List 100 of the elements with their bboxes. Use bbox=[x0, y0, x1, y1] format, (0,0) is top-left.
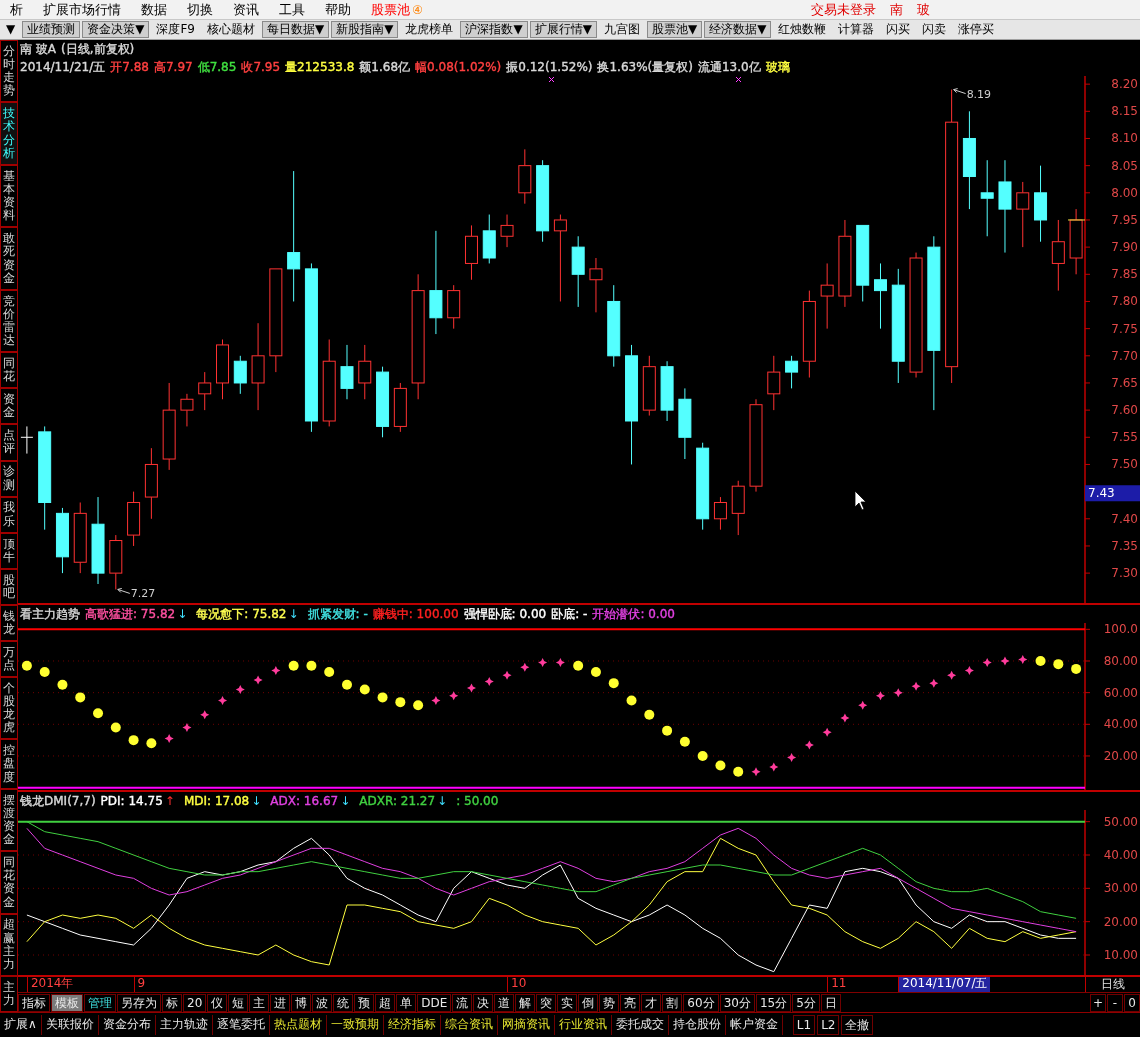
menu-item[interactable]: 切换 bbox=[177, 0, 223, 19]
toolbar-button[interactable]: 闪买 bbox=[881, 21, 916, 38]
function-tab[interactable]: 网摘资讯 bbox=[497, 1015, 555, 1035]
toolbar-button[interactable]: 超 bbox=[375, 993, 396, 1012]
zoom-button[interactable]: - bbox=[1107, 993, 1123, 1012]
function-tab[interactable]: 关联报价 bbox=[41, 1015, 99, 1035]
side-tab[interactable]: 摆渡资金 bbox=[0, 788, 18, 852]
toolbar-button[interactable]: 龙虎榜单 bbox=[400, 21, 459, 38]
function-tab[interactable]: 资金分布 bbox=[98, 1015, 156, 1035]
side-tab[interactable]: 我乐 bbox=[0, 496, 18, 533]
side-tab[interactable]: 顶牛 bbox=[0, 532, 18, 569]
toolbar-button[interactable]: 另存为 bbox=[117, 993, 161, 1012]
menu-item[interactable]: 扩展市场行情 bbox=[33, 0, 131, 19]
function-tab[interactable]: 持仓股份 bbox=[668, 1015, 726, 1035]
dropdown-button[interactable]: 业绩预测 bbox=[22, 21, 81, 38]
menu-item[interactable]: 帮助 bbox=[315, 0, 361, 19]
toolbar-button[interactable]: 仪 bbox=[207, 993, 228, 1012]
toolbar-button[interactable]: 倒 bbox=[578, 993, 599, 1012]
toolbar-button[interactable]: 统 bbox=[333, 993, 354, 1012]
toolbar-button[interactable]: 计算器 bbox=[833, 21, 880, 38]
side-tab[interactable]: 诊测 bbox=[0, 460, 18, 497]
menu-item[interactable]: 工具 bbox=[269, 0, 315, 19]
toolbar-button[interactable]: 主 bbox=[249, 993, 270, 1012]
function-tab[interactable]: 主力轨迹 bbox=[155, 1015, 213, 1035]
toolbar-button[interactable]: 进 bbox=[270, 993, 291, 1012]
menu-item[interactable]: 股票池 ④ bbox=[361, 0, 433, 19]
toolbar-button[interactable]: 日 bbox=[820, 993, 841, 1012]
toolbar-button[interactable]: 短 bbox=[228, 993, 249, 1012]
side-tab[interactable]: 技术分析 bbox=[0, 102, 18, 165]
toolbar-button[interactable]: 才 bbox=[641, 993, 662, 1012]
toolbar-button[interactable]: 九宫图 bbox=[598, 21, 645, 38]
function-tab[interactable]: 一致预期 bbox=[326, 1015, 384, 1035]
zoom-button[interactable]: 0 bbox=[1124, 993, 1140, 1012]
side-tab[interactable]: 敢死资金 bbox=[0, 227, 18, 290]
toolbar-button[interactable]: 单 bbox=[396, 993, 417, 1012]
toolbar-button[interactable]: DDE bbox=[417, 993, 452, 1012]
side-tab[interactable]: 钱龙 bbox=[0, 604, 18, 641]
trade-button[interactable]: 全撤 bbox=[841, 1015, 874, 1035]
function-tab[interactable]: 行业资讯 bbox=[554, 1015, 612, 1035]
toolbar-button[interactable]: 深度F9 bbox=[151, 21, 200, 38]
dropdown-button[interactable]: 沪深指数▼ bbox=[460, 21, 528, 38]
dropdown-button[interactable]: 每日数据▼ bbox=[262, 21, 330, 38]
toolbar-button[interactable]: 割 bbox=[662, 993, 683, 1012]
menu-item[interactable]: 析 bbox=[0, 0, 33, 19]
side-tab[interactable]: 主力 bbox=[0, 976, 18, 1013]
menu-item[interactable]: 数据 bbox=[131, 0, 177, 19]
toolbar-button[interactable]: 亮 bbox=[620, 993, 641, 1012]
toolbar-button[interactable]: 解 bbox=[515, 993, 536, 1012]
side-tab[interactable]: 分时走势 bbox=[0, 40, 18, 103]
toolbar-button[interactable]: 预 bbox=[354, 993, 375, 1012]
toolbar-button[interactable]: 指标 bbox=[18, 993, 50, 1012]
toolbar-button[interactable]: 闪卖 bbox=[917, 21, 952, 38]
dropdown-button[interactable]: 新股指南▼ bbox=[331, 21, 399, 38]
toolbar-button[interactable]: 核心题材 bbox=[202, 21, 260, 38]
side-tab[interactable]: 万点 bbox=[0, 640, 18, 677]
function-tab[interactable]: 逐笔委托 bbox=[212, 1015, 270, 1035]
toolbar-button[interactable]: 20 bbox=[183, 993, 207, 1012]
function-tab[interactable]: 扩展∧ bbox=[0, 1015, 42, 1035]
toolbar-button[interactable]: ▼ bbox=[1, 21, 21, 38]
side-tab[interactable]: 基本资料 bbox=[0, 164, 18, 228]
side-tab[interactable]: 同花 bbox=[0, 352, 18, 389]
toolbar-button[interactable]: 决 bbox=[473, 993, 494, 1012]
side-tab[interactable]: 竞价雷达 bbox=[0, 289, 18, 353]
toolbar-button[interactable]: 流 bbox=[452, 993, 473, 1012]
side-tab[interactable]: 资金 bbox=[0, 388, 18, 425]
toolbar-button[interactable]: 5分 bbox=[792, 993, 820, 1012]
toolbar-button[interactable]: 管理 bbox=[84, 993, 116, 1012]
toolbar-button[interactable]: 博 bbox=[291, 993, 312, 1012]
side-tab[interactable]: 点评 bbox=[0, 424, 18, 461]
toolbar-button[interactable]: 模板 bbox=[51, 993, 83, 1012]
toolbar-button[interactable]: 突 bbox=[536, 993, 557, 1012]
function-tab[interactable]: 委托成交 bbox=[611, 1015, 669, 1035]
dropdown-button[interactable]: 股票池▼ bbox=[646, 21, 703, 38]
toolbar-button[interactable]: 红烛数鞭 bbox=[773, 21, 832, 38]
trade-button[interactable]: L1 bbox=[792, 1015, 816, 1035]
trade-button[interactable]: L2 bbox=[817, 1015, 840, 1035]
side-tab[interactable]: 同花资金 bbox=[0, 851, 18, 914]
zoom-button[interactable]: + bbox=[1090, 993, 1106, 1012]
function-tab[interactable]: 综合资讯 bbox=[440, 1015, 498, 1035]
toolbar-button[interactable]: 涨停买 bbox=[953, 21, 1000, 38]
side-tab[interactable]: 个股龙虎 bbox=[0, 676, 18, 740]
toolbar-button[interactable]: 30分 bbox=[719, 993, 755, 1012]
dropdown-button[interactable]: 经济数据▼ bbox=[704, 21, 772, 38]
toolbar-button[interactable]: 波 bbox=[312, 993, 333, 1012]
side-tab[interactable]: 控盘度 bbox=[0, 739, 18, 789]
function-tab[interactable]: 热点题材 bbox=[269, 1015, 327, 1035]
toolbar-button[interactable]: 实 bbox=[557, 993, 578, 1012]
menu-item[interactable]: 资讯 bbox=[223, 0, 269, 19]
toolbar-button[interactable]: 道 bbox=[494, 993, 515, 1012]
side-tab[interactable]: 股吧 bbox=[0, 568, 18, 605]
toolbar-button[interactable]: 15分 bbox=[755, 993, 792, 1012]
dot-point bbox=[306, 660, 317, 671]
toolbar-button[interactable]: 60分 bbox=[683, 993, 719, 1012]
dropdown-button[interactable]: 资金决策▼ bbox=[82, 21, 150, 38]
toolbar-button[interactable]: 标 bbox=[162, 993, 182, 1012]
dropdown-button[interactable]: 扩展行情▼ bbox=[529, 21, 597, 38]
function-tab[interactable]: 经济指标 bbox=[383, 1015, 441, 1035]
function-tab[interactable]: 帐户资金 bbox=[725, 1015, 783, 1035]
side-tab[interactable]: 超赢主力 bbox=[0, 913, 18, 977]
toolbar-button[interactable]: 势 bbox=[599, 993, 620, 1012]
